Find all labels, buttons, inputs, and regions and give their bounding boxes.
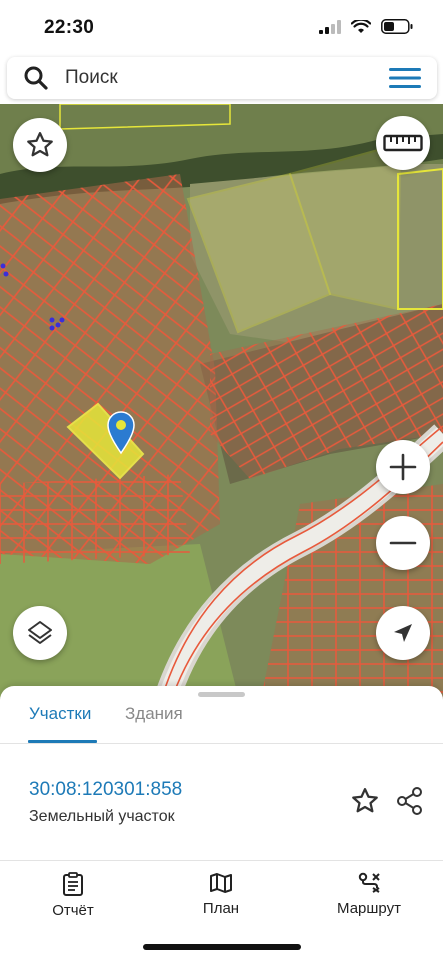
nav-report[interactable]: Отчёт xyxy=(18,872,128,920)
zoom-out-button[interactable] xyxy=(376,516,430,570)
report-icon xyxy=(63,872,83,896)
search-icon[interactable] xyxy=(23,65,49,91)
nav-route[interactable]: Маршрут xyxy=(314,872,424,918)
sheet-divider xyxy=(0,860,443,861)
nav-plan[interactable]: План xyxy=(166,872,276,918)
search-bar xyxy=(7,57,437,99)
signal-icon xyxy=(319,19,341,34)
share-icon[interactable] xyxy=(395,786,425,816)
sheet-drag-handle[interactable] xyxy=(198,692,245,697)
menu-icon[interactable] xyxy=(389,68,421,88)
parcel-cadastral-number[interactable]: 30:08:120301:858 xyxy=(29,779,182,801)
star-icon xyxy=(27,132,53,157)
layers-button[interactable] xyxy=(13,606,67,660)
status-bar: 22:30 xyxy=(0,0,443,52)
nav-report-label: Отчёт xyxy=(52,902,94,919)
ruler-icon xyxy=(383,134,423,152)
parcel-type: Земельный участок xyxy=(29,808,175,825)
battery-icon xyxy=(381,19,413,34)
plus-icon xyxy=(389,453,417,481)
bottom-sheet: Участки Здания 30:08:120301:858 Земельны… xyxy=(0,686,443,960)
status-time: 22:30 xyxy=(44,17,95,38)
my-location-button[interactable] xyxy=(376,606,430,660)
tab-buildings[interactable]: Здания xyxy=(125,704,183,724)
navigation-arrow-icon xyxy=(394,624,412,642)
status-icons xyxy=(319,19,413,34)
map-plan-icon xyxy=(210,873,232,893)
wifi-icon xyxy=(351,19,371,33)
search-input[interactable] xyxy=(65,65,365,91)
favorites-button[interactable] xyxy=(13,118,67,172)
nav-plan-label: План xyxy=(202,900,240,917)
home-indicator xyxy=(143,944,301,950)
map-view[interactable] xyxy=(0,104,443,704)
tab-parcels[interactable]: Участки xyxy=(29,704,91,724)
nav-route-label: Маршрут xyxy=(337,900,401,917)
tabs-divider xyxy=(0,743,443,744)
ruler-button[interactable] xyxy=(376,116,430,170)
layers-icon xyxy=(28,621,52,644)
minus-icon xyxy=(389,541,417,545)
star-icon[interactable] xyxy=(350,786,380,816)
satellite-map[interactable] xyxy=(0,104,443,704)
zoom-in-button[interactable] xyxy=(376,440,430,494)
route-icon xyxy=(358,872,380,893)
